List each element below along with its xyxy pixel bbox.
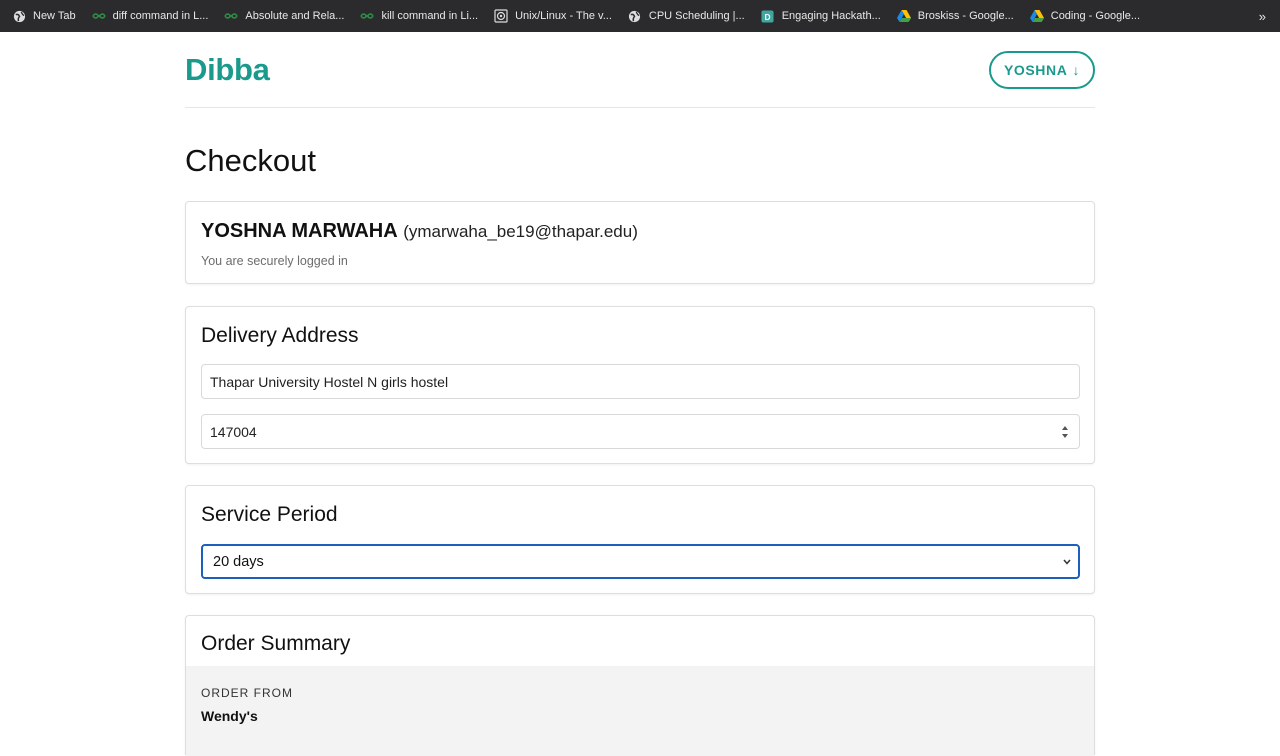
service-period-select[interactable]: 20 days [201, 544, 1080, 579]
bookmark-coding[interactable]: Coding - Google... [1029, 0, 1140, 32]
user-menu-button[interactable]: YOSHNA ↓ [989, 51, 1095, 89]
bookmarks-bar: New Tab diff command in L... Absolute an… [0, 0, 1280, 32]
order-from-section: ORDER FROM Wendy's [186, 666, 1094, 756]
chevron-down-icon [1062, 556, 1072, 568]
order-summary-card: Order Summary ORDER FROM Wendy's [185, 615, 1095, 756]
account-name: YOSHNA MARWAHA [201, 220, 398, 242]
gfg-icon [360, 9, 375, 23]
number-stepper-icon[interactable] [1060, 424, 1070, 440]
login-status: You are securely logged in [201, 254, 348, 268]
pincode-input-value: 147004 [210, 423, 257, 440]
bookmarks-overflow-button[interactable]: » [1259, 0, 1266, 32]
service-period-title: Service Period [201, 503, 338, 526]
bookmark-new-tab[interactable]: New Tab [12, 0, 76, 32]
arrow-down-icon: ↓ [1072, 62, 1081, 78]
service-period-card: Service Period 20 days [185, 485, 1095, 594]
account-email: (ymarwaha_be19@thapar.edu) [403, 222, 638, 241]
gfg-icon [91, 9, 106, 23]
pincode-input[interactable]: 147004 [201, 414, 1080, 449]
google-drive-icon [1029, 9, 1044, 23]
delivery-address-title: Delivery Address [201, 324, 359, 347]
globe-icon [12, 9, 26, 23]
bookmark-kill-command[interactable]: kill command in Li... [360, 0, 478, 32]
user-menu-label: YOSHNA [1003, 62, 1068, 78]
account-card: YOSHNA MARWAHA (ymarwaha_be19@thapar.edu… [185, 201, 1095, 284]
bookmark-unix-linux[interactable]: Unix/Linux - The v... [494, 0, 612, 32]
restaurant-name: Wendy's [201, 708, 258, 724]
bookmark-broskiss[interactable]: Broskiss - Google... [896, 0, 1014, 32]
tutorialspoint-icon [494, 9, 508, 23]
address-input[interactable]: Thapar University Hostel N girls hostel [201, 364, 1080, 399]
account-line: YOSHNA MARWAHA (ymarwaha_be19@thapar.edu… [201, 220, 638, 243]
site-header: Dibba YOSHNA ↓ [185, 32, 1095, 108]
globe-icon [628, 9, 642, 23]
bookmark-diff-command[interactable]: diff command in L... [91, 0, 208, 32]
bookmark-absolute-relative[interactable]: Absolute and Rela... [224, 0, 344, 32]
brand-logo[interactable]: Dibba [185, 52, 270, 88]
address-input-value: Thapar University Hostel N girls hostel [210, 373, 449, 390]
bookmark-cpu-scheduling[interactable]: CPU Scheduling |... [628, 0, 745, 32]
google-drive-icon [896, 9, 911, 23]
devpost-icon: D [761, 9, 775, 23]
order-from-label: ORDER FROM [201, 686, 293, 700]
service-period-selected: 20 days [213, 553, 264, 570]
page-title: Checkout [185, 143, 316, 178]
gfg-icon [224, 9, 239, 23]
svg-text:D: D [765, 11, 771, 21]
delivery-address-card: Delivery Address Thapar University Hoste… [185, 306, 1095, 464]
bookmark-engaging-hackathons[interactable]: D Engaging Hackath... [761, 0, 881, 32]
order-summary-title: Order Summary [201, 632, 351, 655]
